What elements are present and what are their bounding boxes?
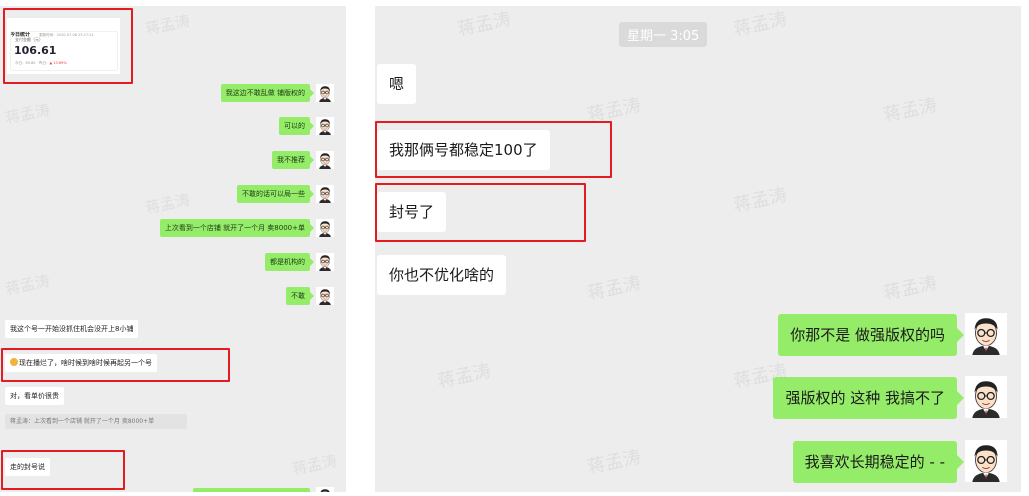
watermark: 蒋孟涛 xyxy=(585,446,643,479)
avatar[interactable] xyxy=(316,117,334,135)
avatar[interactable] xyxy=(316,219,334,237)
message-bubble-sent[interactable]: 我不推荐 xyxy=(272,151,314,169)
message-bubble-received[interactable]: 现在播烂了，啥时候到啥时候再起另一个号 xyxy=(5,354,157,372)
message-bubble-sent[interactable]: 强版权的 这种 我搞不了 xyxy=(773,377,964,419)
watermark: 蒋孟涛 xyxy=(435,360,493,393)
watermark: 蒋孟涛 xyxy=(143,190,192,218)
message-timestamp: 星期一 3:05 xyxy=(619,22,708,47)
stats-label: 支付金额（元） xyxy=(15,37,43,42)
watermark: 蒋孟涛 xyxy=(585,272,643,305)
message-bubble-sent[interactable]: 不敢 xyxy=(286,287,314,305)
message-bubble-sent[interactable]: 都是机构的 xyxy=(265,253,314,271)
message-bubble-sent[interactable]: 不敢的话可以局一些 xyxy=(237,185,314,203)
stats-value: 106.61 xyxy=(14,44,57,57)
right-chat-screenshot: 蒋孟涛 蒋孟涛 蒋孟涛 蒋孟涛 蒋孟涛 蒋孟涛 蒋孟涛 蒋孟涛 蒋孟涛 蒋孟涛 … xyxy=(375,6,1021,492)
avatar[interactable] xyxy=(965,440,1007,482)
watermark: 蒋孟涛 xyxy=(3,100,52,128)
sales-stats-card: 今日统计 更新时间：2020-07-06 23:17:21 支付金额（元） 10… xyxy=(6,17,121,75)
message-bubble-sent[interactable]: 上次看到一个店铺 就开了一个月 卖8000+单 xyxy=(159,219,315,237)
stats-footer: 今日：69.80 昨日：▲ 13.69% xyxy=(15,61,67,65)
avatar[interactable] xyxy=(316,253,334,271)
avatar[interactable] xyxy=(316,84,334,102)
emoji-icon xyxy=(10,358,18,366)
left-chat-screenshot: 蒋孟涛 蒋孟涛 蒋孟涛 蒋孟涛 蒋孟涛 今日统计 更新时间：2020-07-06… xyxy=(0,6,346,492)
message-bubble-sent[interactable]: 我喜欢长期稳定的 - - xyxy=(792,441,965,483)
watermark: 蒋孟涛 xyxy=(290,451,339,479)
watermark: 蒋孟涛 xyxy=(585,94,643,127)
message-bubble-sent-partial[interactable] xyxy=(193,488,310,492)
message-bubble-sent[interactable]: 我这边不敢乱做 铺版权的 xyxy=(220,84,315,102)
avatar[interactable] xyxy=(316,185,334,203)
watermark: 蒋孟涛 xyxy=(455,8,513,41)
watermark: 蒋孟涛 xyxy=(731,184,789,217)
avatar[interactable] xyxy=(316,151,334,169)
avatar[interactable] xyxy=(316,487,334,492)
quoted-reply[interactable]: 蒋孟涛：上次看到一个店铺 就开了一个月 卖8000+单 xyxy=(5,414,187,429)
avatar[interactable] xyxy=(965,313,1007,355)
avatar[interactable] xyxy=(965,376,1007,418)
message-bubble-sent[interactable]: 可以的 xyxy=(279,117,314,135)
stats-change: ▲ 13.69% xyxy=(49,61,67,65)
message-bubble-received[interactable]: 我这个号一开始没抓住机会没开上8小铺 xyxy=(5,320,139,338)
stats-box: 支付金额（元） 106.61 今日：69.80 昨日：▲ 13.69% xyxy=(10,31,118,71)
watermark: 蒋孟涛 xyxy=(731,8,789,41)
watermark: 蒋孟涛 xyxy=(143,11,192,39)
message-bubble-received[interactable]: 我那俩号都稳定100了 xyxy=(377,130,550,170)
watermark: 蒋孟涛 xyxy=(881,94,939,127)
message-bubble-received[interactable]: 封号了 xyxy=(377,192,447,232)
message-bubble-received[interactable]: 你也不优化啥的 xyxy=(377,255,507,295)
message-bubble-received[interactable]: 走的封号说 xyxy=(5,458,50,476)
message-bubble-sent[interactable]: 你那不是 做强版权的吗 xyxy=(778,314,964,356)
watermark: 蒋孟涛 xyxy=(881,272,939,305)
message-bubble-received[interactable]: 对，看单价很贵 xyxy=(5,387,64,405)
message-bubble-received[interactable]: 嗯 xyxy=(377,64,417,104)
watermark: 蒋孟涛 xyxy=(3,271,52,299)
avatar[interactable] xyxy=(316,287,334,305)
